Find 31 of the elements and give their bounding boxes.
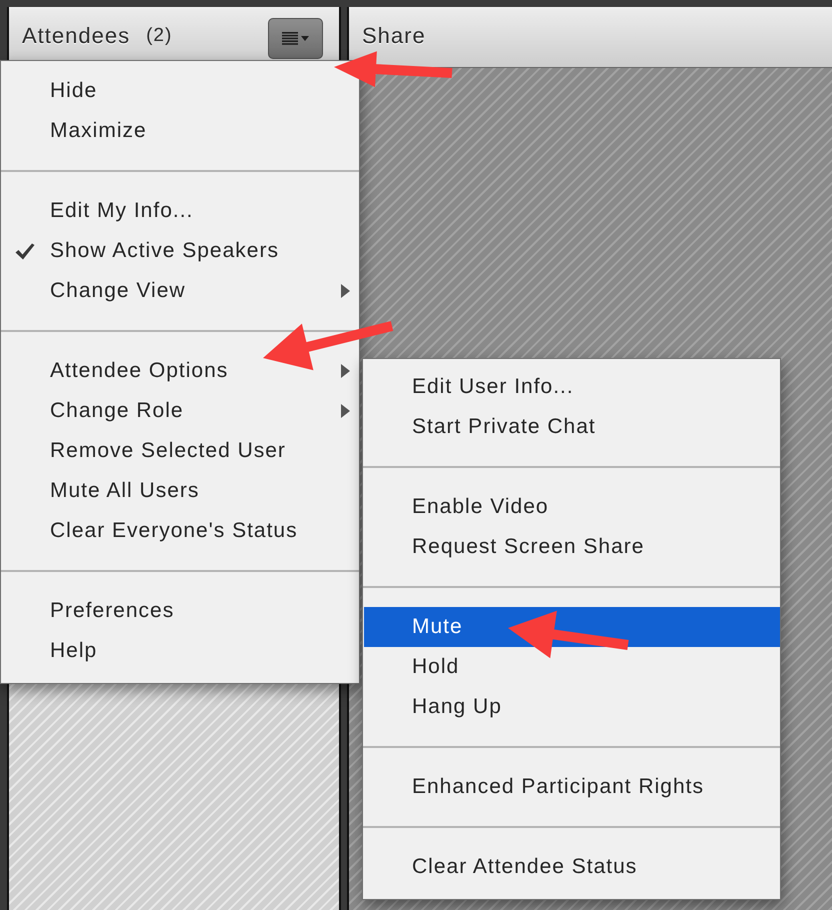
menu-item[interactable]: Enhanced Participant Rights: [364, 767, 780, 807]
menu-item[interactable]: Start Private Chat: [364, 407, 780, 447]
menu-item[interactable]: Mute All Users: [1, 471, 359, 511]
caret-icon: [301, 36, 309, 41]
menu-item[interactable]: Change View: [1, 271, 359, 311]
list-icon: [282, 32, 298, 45]
pod-title: Attendees: [22, 22, 130, 48]
menu-item[interactable]: Attendee Options: [1, 351, 359, 391]
menu-item[interactable]: Preferences: [1, 591, 359, 631]
menu-item[interactable]: Remove Selected User: [1, 431, 359, 471]
menu-item[interactable]: Enable Video: [364, 487, 780, 527]
menu-item[interactable]: Maximize: [1, 111, 359, 151]
submenu-arrow-icon: [341, 364, 350, 378]
menu-item[interactable]: Edit User Info...: [364, 367, 780, 407]
pod-title: Share: [362, 22, 426, 48]
menu-item[interactable]: Change Role: [1, 391, 359, 431]
menu-item[interactable]: Edit My Info...: [1, 191, 359, 231]
pod-menu-button[interactable]: [268, 18, 323, 59]
menu-item[interactable]: Hang Up: [364, 687, 780, 727]
menu-item[interactable]: Clear Attendee Status: [364, 847, 780, 887]
menu-item[interactable]: Hide: [1, 71, 359, 111]
submenu-arrow-icon: [341, 404, 350, 418]
check-icon: [15, 242, 35, 260]
menu-item[interactable]: Request Screen Share: [364, 527, 780, 567]
menu-item[interactable]: Clear Everyone's Status: [1, 511, 359, 551]
menu-item[interactable]: Mute: [364, 607, 780, 647]
menu-item[interactable]: Show Active Speakers: [1, 231, 359, 271]
menu-item[interactable]: Hold: [364, 647, 780, 687]
submenu-arrow-icon: [341, 284, 350, 298]
menu-item[interactable]: Help: [1, 631, 359, 671]
attendee-count: (2): [146, 24, 172, 46]
